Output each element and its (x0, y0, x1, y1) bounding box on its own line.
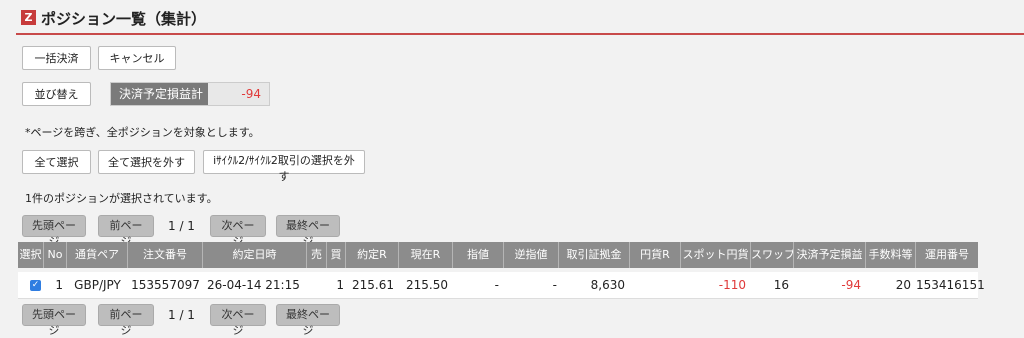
cell-current-rate: 215.50 (406, 278, 448, 292)
col-pair: 通貨ペア (67, 242, 128, 268)
row-select-checkbox[interactable]: ✓ (30, 280, 41, 291)
cell-fees: 20 (895, 278, 911, 292)
selected-count-note: 1件のポジションが選択されています。 (25, 192, 218, 205)
cross-page-note: *ページを跨ぎ、全ポジションを対象とします。 (25, 126, 260, 139)
cell-margin: 8,630 (590, 278, 625, 292)
col-no: No (44, 242, 67, 268)
col-buy: 買 (327, 242, 346, 268)
last-page-button[interactable]: 最終ページ (276, 215, 340, 248)
col-exec-rate: 約定R (346, 242, 399, 268)
col-limit: 指値 (453, 242, 504, 268)
table-row[interactable]: ✓ 1 GBP/JPY 153557097 26-04-14 21:15 1 2… (18, 272, 985, 299)
select-all-button[interactable]: 全て選択 (22, 150, 91, 174)
cell-pair: GBP/JPY (74, 278, 121, 292)
col-yen-rate: 円貨R (630, 242, 681, 268)
cell-limit: - (494, 278, 499, 292)
prev-page-button-bottom[interactable]: 前ページ (98, 304, 154, 337)
prev-page-button[interactable]: 前ページ (98, 215, 154, 248)
positions-table-header: 選択 No 通貨ペア 注文番号 約定日時 売 買 約定R 現在R 指値 逆指値 … (18, 242, 978, 268)
deselect-cycle-button[interactable]: iｻｲｸﾙ2/ｻｲｸﾙ2取引の選択を外す (203, 150, 365, 183)
cell-swap: 16 (773, 278, 789, 292)
page-indicator: 1 / 1 (168, 219, 195, 233)
cancel-button[interactable]: キャンセル (98, 46, 176, 70)
first-page-button[interactable]: 先頭ページ (22, 215, 86, 248)
col-select: 選択 (18, 242, 44, 268)
col-datetime: 約定日時 (203, 242, 307, 268)
col-stop: 逆指値 (504, 242, 559, 268)
cell-spot-yen: -110 (718, 278, 746, 292)
col-planned-pl: 決済予定損益 (794, 242, 866, 268)
col-sell: 売 (307, 242, 327, 268)
planned-pl-label: 決済予定損益計 (111, 83, 208, 105)
cell-order-no: 153557097 (131, 278, 200, 292)
page-title: ポジション一覧（集計） (41, 10, 207, 28)
last-page-button-bottom[interactable]: 最終ページ (276, 304, 340, 337)
bulk-settle-button[interactable]: 一括決済 (22, 46, 91, 70)
cell-no: 1 (55, 278, 63, 292)
brand-logo-icon: Z (21, 10, 36, 25)
planned-pl-value: -94 (241, 87, 261, 101)
title-divider (16, 33, 1024, 35)
cell-yen-rate (630, 272, 678, 298)
cell-exec-rate: 215.61 (352, 278, 394, 292)
title-bar: Z ポジション一覧（集計） (0, 0, 1024, 35)
page-indicator-bottom: 1 / 1 (168, 308, 195, 322)
cell-sell (307, 272, 327, 298)
cell-buy: 1 (336, 278, 344, 292)
col-fees: 手数料等 (866, 242, 916, 268)
cell-op-no: 153416151 (916, 278, 985, 292)
next-page-button-bottom[interactable]: 次ページ (210, 304, 266, 337)
cell-planned-pl: -94 (841, 278, 861, 292)
col-margin: 取引証拠金 (559, 242, 630, 268)
next-page-button[interactable]: 次ページ (210, 215, 266, 248)
first-page-button-bottom[interactable]: 先頭ページ (22, 304, 86, 337)
sort-button[interactable]: 並び替え (22, 82, 91, 106)
col-swap: スワップ (751, 242, 794, 268)
col-order-no: 注文番号 (128, 242, 203, 268)
cell-stop: - (552, 278, 557, 292)
col-current-rate: 現在R (399, 242, 453, 268)
col-op-no: 運用番号 (925, 248, 969, 261)
col-spot-yen: スポット円貨 (681, 242, 751, 268)
planned-pl-summary: 決済予定損益計 -94 (110, 82, 270, 106)
cell-datetime: 26-04-14 21:15 (207, 278, 300, 292)
deselect-all-button[interactable]: 全て選択を外す (98, 150, 195, 174)
